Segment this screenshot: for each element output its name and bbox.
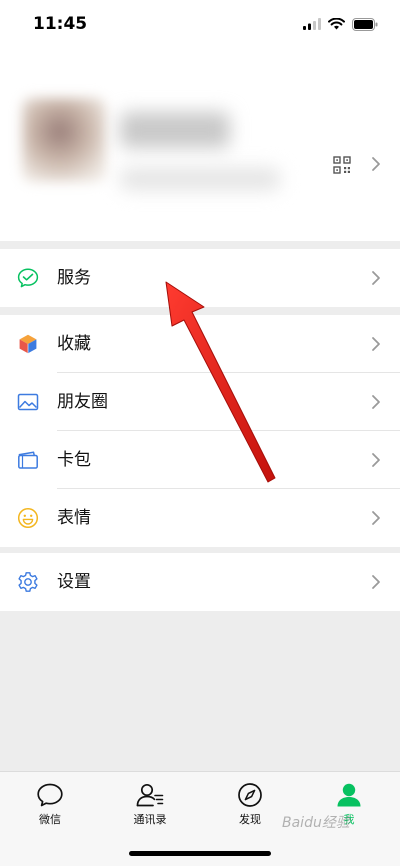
menu-item-favorites[interactable]: 收藏	[0, 315, 400, 373]
chat-bubble-icon	[37, 783, 63, 807]
status-bar: 11:45	[0, 0, 400, 50]
profile-name-blurred	[120, 112, 230, 148]
chevron-right-icon	[372, 575, 380, 589]
avatar[interactable]	[22, 98, 106, 182]
home-indicator	[129, 851, 271, 856]
menu-item-stickers[interactable]: 表情	[0, 489, 400, 547]
compass-icon	[238, 783, 262, 807]
chevron-right-icon	[372, 271, 380, 285]
profile-header[interactable]	[0, 50, 400, 241]
status-time: 11:45	[33, 14, 88, 34]
menu-item-services[interactable]: 服务	[0, 249, 400, 307]
services-group: 服务	[0, 249, 400, 307]
person-filled-icon	[337, 783, 361, 807]
menu-item-settings[interactable]: 设置	[0, 553, 400, 611]
tab-discover[interactable]: 发现	[210, 782, 290, 827]
tab-chats[interactable]: 微信	[10, 782, 90, 827]
smiley-face-icon	[17, 507, 39, 529]
chevron-right-icon	[372, 453, 380, 467]
favorites-label: 收藏	[57, 334, 91, 354]
settings-label: 设置	[57, 572, 91, 592]
profile-id-blurred	[120, 168, 280, 190]
chevron-right-icon	[372, 511, 380, 525]
services-label: 服务	[57, 268, 91, 288]
wechat-pay-icon	[17, 268, 39, 288]
moments-image-icon	[17, 393, 39, 411]
card-wallet-icon	[18, 451, 38, 469]
moments-label: 朋友圈	[57, 392, 108, 412]
status-icons	[303, 16, 378, 32]
favorites-cube-icon	[19, 334, 37, 354]
cellular-signal-icon	[303, 18, 321, 30]
wifi-icon	[328, 18, 345, 30]
stickers-label: 表情	[57, 508, 91, 528]
menu-item-cards[interactable]: 卡包	[0, 431, 400, 489]
contacts-icon	[136, 783, 164, 807]
settings-gear-icon	[18, 572, 38, 592]
battery-icon	[352, 17, 378, 31]
features-group: 收藏 朋友圈 卡包 表情	[0, 315, 400, 547]
cards-label: 卡包	[57, 450, 91, 470]
tab-discover-label: 发现	[239, 813, 261, 826]
tab-contacts[interactable]: 通讯录	[110, 782, 190, 827]
chevron-right-icon	[372, 337, 380, 351]
chevron-right-icon	[372, 395, 380, 409]
tab-contacts-label: 通讯录	[133, 813, 167, 826]
menu-item-moments[interactable]: 朋友圈	[0, 373, 400, 431]
chevron-right-icon	[372, 157, 380, 171]
settings-group: 设置	[0, 553, 400, 611]
baidu-watermark: Baidu经验	[282, 815, 350, 831]
qr-code-icon[interactable]	[333, 156, 351, 174]
tab-chats-label: 微信	[39, 813, 61, 826]
